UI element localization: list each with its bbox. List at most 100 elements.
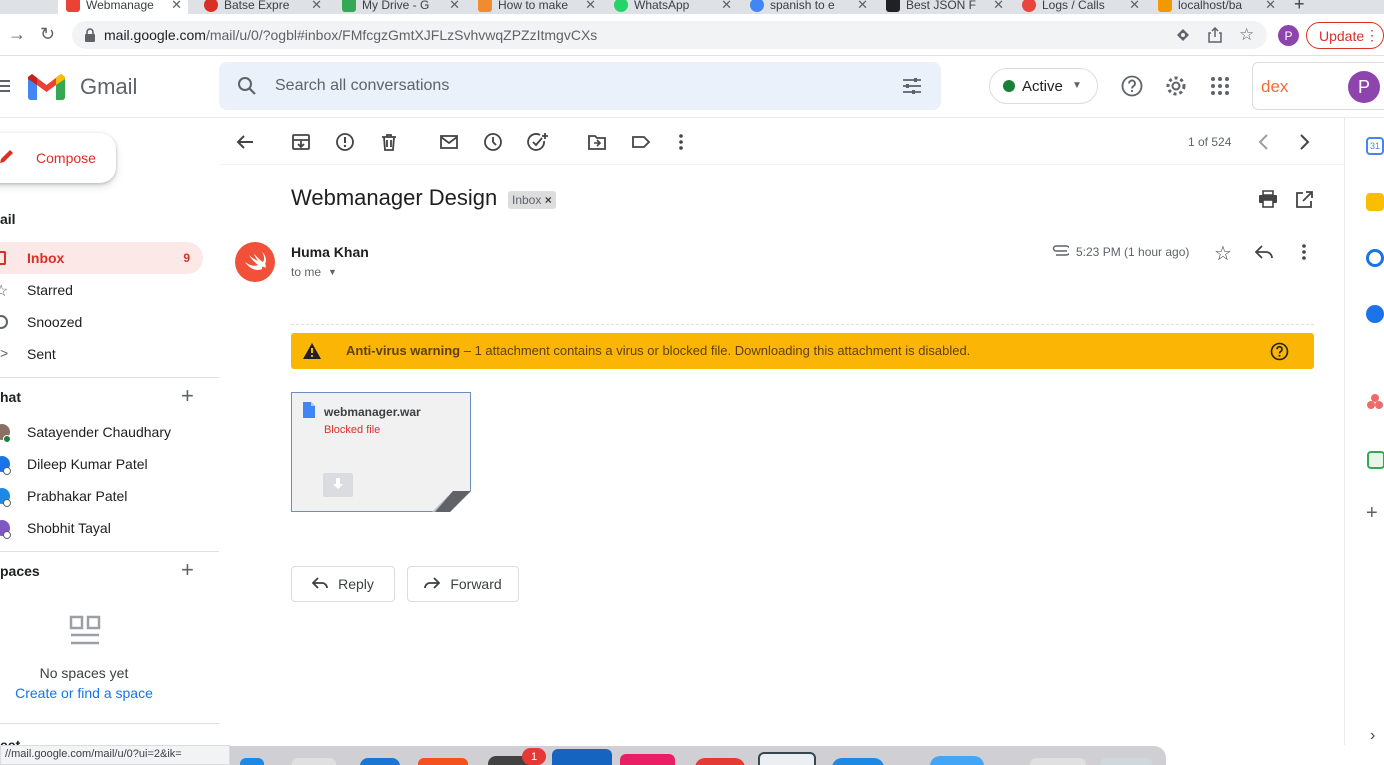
start-chat-plus-icon[interactable]: + <box>181 383 194 409</box>
remove-label-icon[interactable]: × <box>545 193 552 207</box>
older-chevron-right-icon[interactable] <box>1296 133 1312 151</box>
close-tab-icon[interactable]: ✕ <box>721 0 732 13</box>
calendar-icon[interactable]: 31 <box>1366 137 1384 155</box>
browser-tab[interactable]: Best JSON F ✕ <box>878 0 1010 14</box>
close-tab-icon[interactable]: ✕ <box>1265 0 1276 13</box>
compose-button[interactable]: Compose <box>0 133 116 183</box>
main-menu-icon[interactable] <box>0 79 10 93</box>
print-icon[interactable] <box>1258 190 1278 208</box>
forward-icon[interactable]: → <box>8 24 26 45</box>
app-dock-icon[interactable] <box>695 758 745 765</box>
get-addons-plus-icon[interactable]: + <box>1366 502 1378 525</box>
mark-unread-icon[interactable] <box>439 132 459 152</box>
app-dock-icon[interactable] <box>360 758 400 765</box>
reply-arrow-icon[interactable] <box>1255 244 1273 260</box>
attachment-card[interactable]: webmanager.war Blocked file <box>291 392 471 512</box>
app-dock-icon[interactable] <box>418 758 468 765</box>
reload-icon[interactable]: ↻ <box>40 24 55 45</box>
finder-dock-icon[interactable] <box>240 758 264 765</box>
new-tab-icon[interactable]: + <box>1294 0 1305 14</box>
browser-tab[interactable]: How to make ✕ <box>470 0 602 14</box>
chat-item[interactable]: Satayender Chaudhary <box>0 416 210 448</box>
chat-item[interactable]: Prabhakar Patel <box>0 480 210 512</box>
workspace-brand-box[interactable]: dex P <box>1252 62 1384 110</box>
app-dock-icon[interactable] <box>758 752 816 765</box>
app-dock-icon[interactable] <box>930 756 984 765</box>
app-dock-icon[interactable] <box>620 754 675 765</box>
archive-icon[interactable] <box>291 132 311 152</box>
show-details-dropdown-icon[interactable]: ▼ <box>328 267 337 277</box>
close-tab-icon[interactable]: ✕ <box>311 0 322 13</box>
trash-dock-icon[interactable] <box>1100 758 1152 765</box>
addon-icon[interactable] <box>1367 451 1384 469</box>
forward-button[interactable]: Forward <box>407 566 519 602</box>
label-icon[interactable] <box>631 132 651 152</box>
help-icon[interactable] <box>1270 342 1289 361</box>
browser-profile-avatar[interactable]: P <box>1278 25 1299 46</box>
search-icon[interactable] <box>237 76 257 96</box>
sidebar-item-inbox[interactable]: Inbox 9 <box>0 242 203 274</box>
browser-tab[interactable]: WhatsApp ✕ <box>606 0 738 14</box>
newer-chevron-left-icon[interactable] <box>1256 133 1272 151</box>
status-selector[interactable]: Active ▼ <box>989 68 1098 104</box>
app-dock-icon[interactable] <box>552 749 612 765</box>
close-tab-icon[interactable]: ✕ <box>171 0 182 13</box>
away-status-icon <box>3 499 11 507</box>
sender-name[interactable]: Huma Khan <box>291 244 369 260</box>
chat-name: Satayender Chaudhary <box>27 424 171 440</box>
back-arrow-icon[interactable] <box>235 132 255 152</box>
account-avatar[interactable]: P <box>1348 71 1380 103</box>
share-icon[interactable] <box>1208 27 1222 43</box>
close-tab-icon[interactable]: ✕ <box>449 0 460 13</box>
sidebar-item-snoozed[interactable]: Snoozed <box>0 306 203 338</box>
forward-label: Forward <box>450 576 502 592</box>
browser-tab-gmail[interactable]: Webmanage ✕ <box>58 0 188 14</box>
app-dock-icon[interactable] <box>292 758 336 765</box>
keep-icon[interactable] <box>1366 193 1384 211</box>
asana-icon[interactable] <box>1367 394 1383 410</box>
star-message-icon[interactable]: ☆ <box>1214 241 1232 266</box>
search-input[interactable]: Search all conversations <box>275 77 449 95</box>
gmail-logo-icon[interactable] <box>28 73 65 100</box>
delete-trash-icon[interactable] <box>379 132 399 152</box>
close-tab-icon[interactable]: ✕ <box>585 0 596 13</box>
close-tab-icon[interactable]: ✕ <box>857 0 868 13</box>
contacts-icon[interactable] <box>1366 305 1384 323</box>
open-in-new-window-icon[interactable] <box>1295 191 1313 209</box>
show-side-panel-chevron-icon[interactable]: › <box>1370 727 1375 745</box>
more-vert-icon[interactable] <box>1298 243 1310 261</box>
search-options-icon[interactable] <box>902 77 922 95</box>
extension-icon[interactable] <box>1176 28 1190 42</box>
browser-tab[interactable]: My Drive - G ✕ <box>334 0 466 14</box>
tasks-icon[interactable] <box>1366 249 1384 267</box>
chat-item[interactable]: Dileep Kumar Patel <box>0 448 210 480</box>
create-space-link[interactable]: Create or find a space <box>0 685 168 701</box>
add-task-icon[interactable] <box>527 132 549 152</box>
snooze-clock-icon[interactable] <box>483 132 503 152</box>
browser-tab[interactable]: Batse Expre ✕ <box>196 0 328 14</box>
browser-tab[interactable]: Logs / Calls ✕ <box>1014 0 1146 14</box>
sidebar-item-sent[interactable]: > Sent <box>0 338 203 370</box>
link-status-bar: //mail.google.com/mail/u/0?ui=2&ik= <box>0 745 230 765</box>
help-icon[interactable] <box>1121 75 1143 97</box>
sidebar-item-label: Starred <box>27 282 73 298</box>
more-vert-icon[interactable] <box>675 132 687 152</box>
search-bar[interactable]: Search all conversations <box>219 62 941 110</box>
app-dock-icon[interactable] <box>832 758 884 765</box>
sender-avatar[interactable] <box>235 242 275 282</box>
move-to-folder-icon[interactable] <box>587 132 607 152</box>
browser-tab[interactable]: localhost/ba ✕ <box>1150 0 1282 14</box>
app-dock-icon[interactable] <box>1030 758 1086 765</box>
browser-tab[interactable]: spanish to e ✕ <box>742 0 874 14</box>
bookmark-star-icon[interactable]: ☆ <box>1239 25 1254 45</box>
browser-update-button[interactable]: Update ⋮ <box>1306 22 1384 49</box>
report-spam-icon[interactable] <box>335 132 355 152</box>
create-space-plus-icon[interactable]: + <box>181 557 194 583</box>
close-tab-icon[interactable]: ✕ <box>993 0 1004 13</box>
chat-item[interactable]: Shobhit Tayal <box>0 512 210 544</box>
sidebar-item-starred[interactable]: ☆ Starred <box>0 274 203 306</box>
reply-button[interactable]: Reply <box>291 566 395 602</box>
settings-gear-icon[interactable] <box>1165 75 1187 97</box>
close-tab-icon[interactable]: ✕ <box>1129 0 1140 13</box>
apps-grid-icon[interactable] <box>1211 77 1229 95</box>
